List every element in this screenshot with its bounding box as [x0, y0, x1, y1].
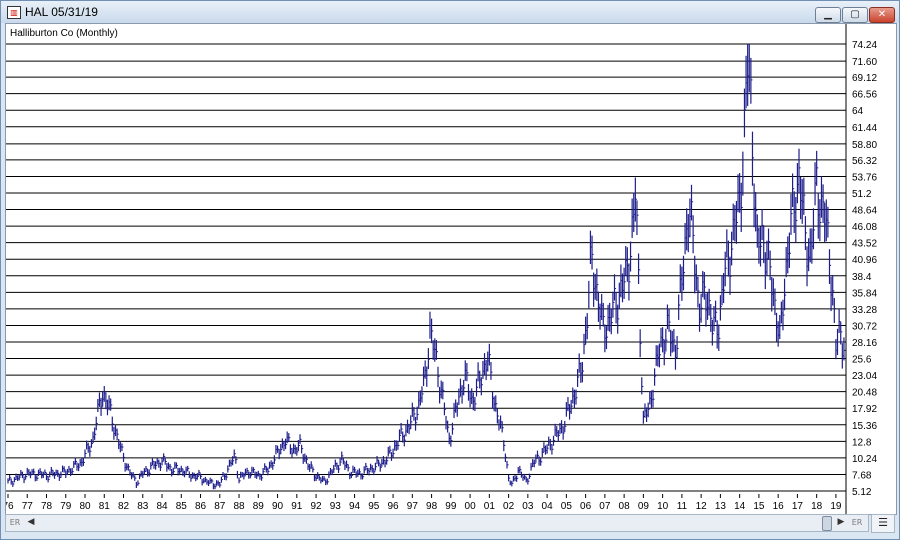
window-title: HAL 05/31/19 — [25, 5, 98, 19]
x-tick-label: 03 — [522, 501, 534, 512]
y-tick-label: 53.76 — [852, 172, 877, 183]
x-tick-label: 17 — [792, 501, 804, 512]
scroll-left-label: ER — [9, 518, 21, 527]
x-tick-label: 11 — [677, 501, 688, 512]
y-tick-label: 61.44 — [852, 123, 877, 134]
x-tick-label: 95 — [368, 501, 380, 512]
x-tick-label: 12 — [696, 501, 708, 512]
y-tick-label: 10.24 — [852, 454, 877, 465]
y-tick-label: 28.16 — [852, 338, 877, 349]
x-tick-label: 10 — [657, 501, 669, 512]
x-tick-label: 18 — [811, 501, 823, 512]
x-tick-label: 77 — [22, 501, 34, 512]
y-tick-label: 20.48 — [852, 388, 877, 399]
y-tick-label: 56.32 — [852, 156, 877, 167]
x-tick-label: 98 — [426, 501, 438, 512]
x-tick-label: 14 — [734, 501, 746, 512]
x-tick-label: 83 — [137, 501, 149, 512]
y-tick-label: 46.08 — [852, 222, 877, 233]
y-tick-label: 5.12 — [852, 487, 872, 498]
price-chart: 74.24 71.60 69.12 66.56 64 61.44 58.80 56.32 53.… — [6, 24, 896, 514]
x-tick-label: 02 — [503, 501, 515, 512]
time-scrollbar[interactable]: ER ◀ ▶ ER — [5, 514, 869, 532]
y-tick-label: 30.72 — [852, 321, 877, 332]
minimize-icon[interactable]: ▁ — [815, 7, 841, 23]
x-tick-label: 99 — [445, 501, 457, 512]
y-tick-label: 7.68 — [852, 470, 872, 481]
y-tick-label: 23.04 — [852, 371, 877, 382]
y-tick-label: 43.52 — [852, 239, 877, 250]
x-tick-label: 79 — [60, 501, 72, 512]
x-tick-label: 97 — [407, 501, 419, 512]
x-tick-label: 96 — [388, 501, 400, 512]
maximize-icon[interactable]: ▢ — [842, 7, 868, 23]
chart-title: Halliburton Co (Monthly) — [10, 28, 118, 39]
y-tick-label: 66.56 — [852, 90, 877, 101]
y-tick-label: 15.36 — [852, 421, 877, 432]
close-icon[interactable]: ✕ — [869, 7, 895, 23]
x-tick-label: 92 — [310, 501, 322, 512]
y-tick-label: 64 — [852, 106, 864, 117]
x-tick-label: 93 — [330, 501, 342, 512]
x-tick-label: 04 — [542, 501, 554, 512]
y-tick-label: 40.96 — [852, 255, 877, 266]
y-tick-label: 71.60 — [852, 57, 877, 68]
y-tick-label: 48.64 — [852, 206, 877, 217]
x-tick-label: 00 — [465, 501, 477, 512]
y-tick-label: 38.4 — [852, 272, 872, 283]
x-tick-label: 86 — [195, 501, 207, 512]
x-tick-label: 89 — [253, 501, 265, 512]
y-tick-label: 33.28 — [852, 305, 877, 316]
scroll-thumb[interactable] — [822, 516, 832, 531]
x-tick-label: 78 — [41, 501, 53, 512]
x-tick-label: 82 — [118, 501, 130, 512]
scroll-left-arrow-icon[interactable]: ◀ — [24, 516, 38, 529]
x-tick-label: 01 — [484, 501, 496, 512]
scroll-right-label: ER — [851, 518, 863, 527]
scroll-right-arrow-icon[interactable]: ▶ — [834, 516, 848, 529]
x-tick-label: 91 — [291, 501, 303, 512]
x-tick-label: 87 — [214, 501, 226, 512]
x-tick-label: 76 — [6, 501, 14, 512]
y-tick-label: 51.2 — [852, 189, 872, 200]
y-tick-label: 35.84 — [852, 288, 877, 299]
y-tick-label: 25.6 — [852, 355, 872, 366]
y-tick-label: 74.24 — [852, 40, 877, 51]
x-tick-label: 08 — [619, 501, 631, 512]
chart-app-icon[interactable]: ▥ — [7, 6, 21, 19]
x-tick-label: 94 — [349, 501, 361, 512]
y-tick-label: 17.92 — [852, 404, 877, 415]
x-tick-label: 80 — [79, 501, 91, 512]
title-bar[interactable]: ▥ HAL 05/31/19 ▁ ▢ ✕ — [1, 1, 899, 23]
y-tick-label: 12.8 — [852, 437, 872, 448]
chart-area[interactable]: 74.24 71.60 69.12 66.56 64 61.44 58.80 56.32 53.… — [5, 23, 897, 515]
x-tick-label: 90 — [272, 501, 284, 512]
x-tick-label: 88 — [233, 501, 245, 512]
menu-lines-icon[interactable]: ☰ — [871, 514, 895, 533]
y-tick-label: 69.12 — [852, 73, 877, 84]
x-tick-label: 06 — [580, 501, 592, 512]
x-tick-label: 15 — [753, 501, 765, 512]
x-tick-label: 16 — [773, 501, 785, 512]
x-tick-label: 19 — [830, 501, 842, 512]
chart-window: ▥ HAL 05/31/19 ▁ ▢ ✕ 74.24 71.60 69.12 66.5… — [0, 0, 900, 540]
x-tick-label: 07 — [599, 501, 611, 512]
x-tick-label: 84 — [156, 501, 168, 512]
y-tick-label: 58.80 — [852, 140, 877, 151]
x-tick-label: 85 — [176, 501, 188, 512]
x-tick-label: 09 — [638, 501, 650, 512]
x-tick-label: 81 — [99, 501, 111, 512]
x-tick-label: 05 — [561, 501, 573, 512]
x-tick-label: 13 — [715, 501, 727, 512]
